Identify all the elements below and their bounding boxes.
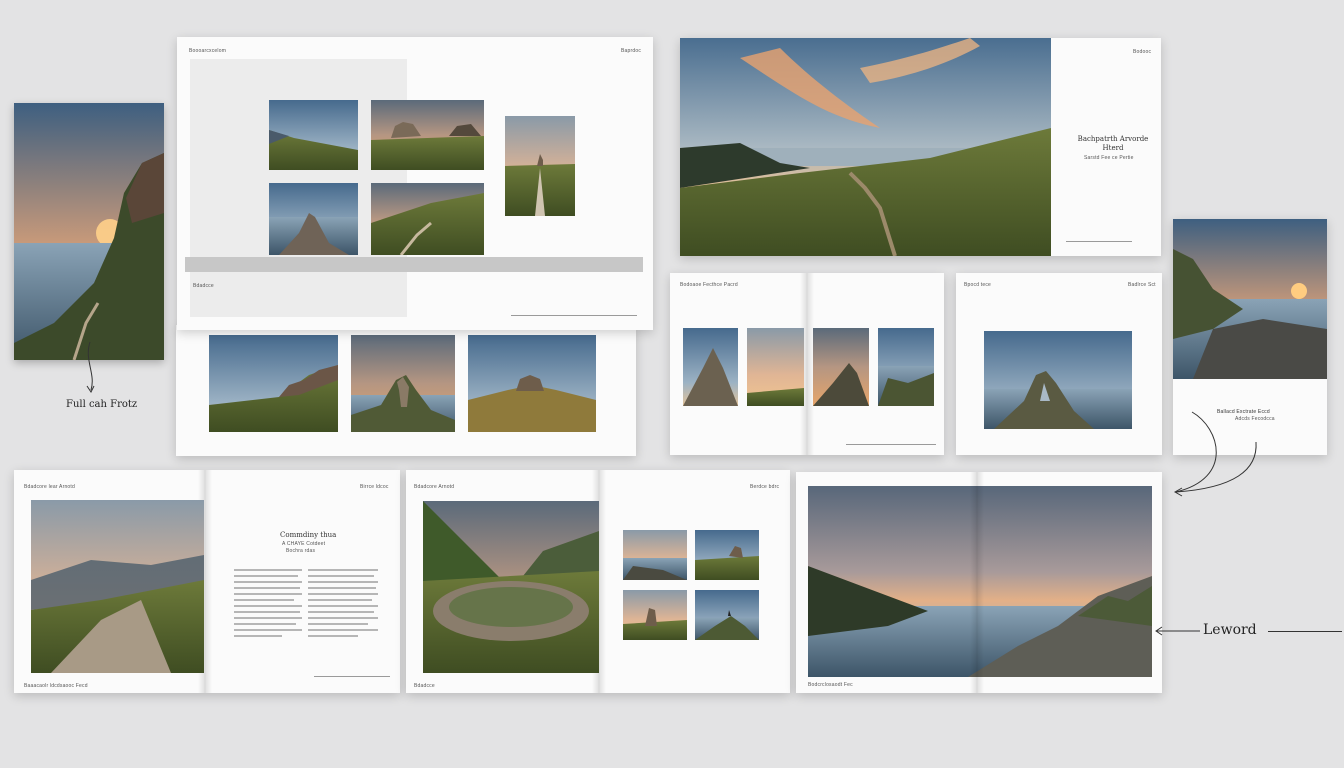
spread-bottom-1: Bdadcore lear Arnotd Birrce ldcoc Commdi… xyxy=(14,470,400,693)
photo-cliff-sunset-tall xyxy=(14,103,164,360)
divider-band xyxy=(185,257,643,272)
photo-panorama-valley xyxy=(680,38,1051,256)
photo-small-ruin xyxy=(695,530,759,580)
photo-sea-rock-sunset xyxy=(878,328,934,406)
spread-mid-right: Bpocd tece Badlrce Sct xyxy=(956,273,1162,455)
body-text-col-1 xyxy=(234,569,302,637)
photo-small-coast-1 xyxy=(623,530,687,580)
photo-sea-stack xyxy=(269,183,358,255)
header-left: Boooarcxcelom xyxy=(189,48,227,54)
header-right: Birrce ldcoc xyxy=(360,484,389,490)
header-left: Bdadcore lear Arnotd xyxy=(24,484,75,490)
header-right: Baprdoc xyxy=(621,48,642,54)
spread-bottom-3: Bodcrclosaodt Fec xyxy=(796,472,1162,693)
spread-mid-center: Bodoaoe Fecthce Pacrd xyxy=(670,273,944,455)
photo-rock-arch xyxy=(351,335,455,432)
article-subtitle-2: Bochra rdas xyxy=(286,548,316,554)
spread-bottom-2: Bdadcore Arnotd Berdce bdrc Bdadcce xyxy=(406,470,790,693)
subtitle: Sarstd Fee ce Pertie xyxy=(1084,155,1134,161)
spread-top-right: Bodooc Bachpatrth Arvorde Hterd Sarstd F… xyxy=(680,38,1161,256)
footer-left: Baaacaolr ldcdsaooc Fecd xyxy=(24,683,88,689)
callout-arrow-left xyxy=(86,341,95,393)
photo-stone-ruin-valley xyxy=(423,501,599,673)
photo-grassy-hill-rocks xyxy=(209,335,338,432)
callout-arrow-right-2 xyxy=(1155,626,1200,636)
callout-arrow-right xyxy=(1173,411,1257,497)
photo-small-arch xyxy=(623,590,687,640)
photo-green-slope-path xyxy=(371,183,484,255)
header-right: Berdce bdrc xyxy=(750,484,780,490)
body-text-col-2 xyxy=(308,569,378,637)
title-line-2: Hterd xyxy=(1102,144,1124,152)
photo-cliff-peak xyxy=(683,328,738,406)
header-left: Bdadcore Arnotd xyxy=(414,484,455,490)
footer-rule xyxy=(511,315,637,316)
callout-label-right: Leword xyxy=(1203,622,1257,638)
header-right: Bodooc xyxy=(1133,49,1152,55)
footer-rule xyxy=(1066,241,1132,242)
photo-small-hiker xyxy=(695,590,759,640)
footer-left: Bdadcce xyxy=(193,283,214,289)
spread-top-left-under xyxy=(176,325,636,456)
footer-rule xyxy=(846,444,936,445)
footer-rule xyxy=(314,676,390,677)
photo-rock-spire xyxy=(813,328,869,406)
photo-coastal-valley xyxy=(269,100,358,170)
header-left: Bpocd tece xyxy=(964,282,992,288)
article-subtitle-1: A CHAYE Cotdeet xyxy=(282,541,326,547)
title-line-1: Bachpatrth Arvorde xyxy=(1077,135,1149,143)
article-title: Commdiny thua xyxy=(280,531,337,539)
photo-gravel-path xyxy=(31,500,204,673)
photo-mesa-hill xyxy=(468,335,596,432)
header-left: Bodoaoe Fecthce Pacrd xyxy=(680,282,738,288)
callout-rule-right xyxy=(1268,631,1342,632)
photo-castle-ruins xyxy=(371,100,484,170)
photo-rocky-coast-sunset xyxy=(1173,219,1327,379)
callout-label-left: Full cah Frotz xyxy=(66,399,138,410)
photo-orange-clouds xyxy=(747,328,804,406)
photo-path-to-arch xyxy=(505,116,575,216)
header-right: Badlrce Sct xyxy=(1128,282,1156,288)
spread-top-left: Boooarcxcelom Baprdoc Bdadcce xyxy=(177,37,653,330)
footer-left: Bodcrclosaodt Fec xyxy=(808,682,853,688)
footer-left: Bdadcce xyxy=(414,683,435,689)
photo-arch-rock-sea xyxy=(984,331,1132,429)
